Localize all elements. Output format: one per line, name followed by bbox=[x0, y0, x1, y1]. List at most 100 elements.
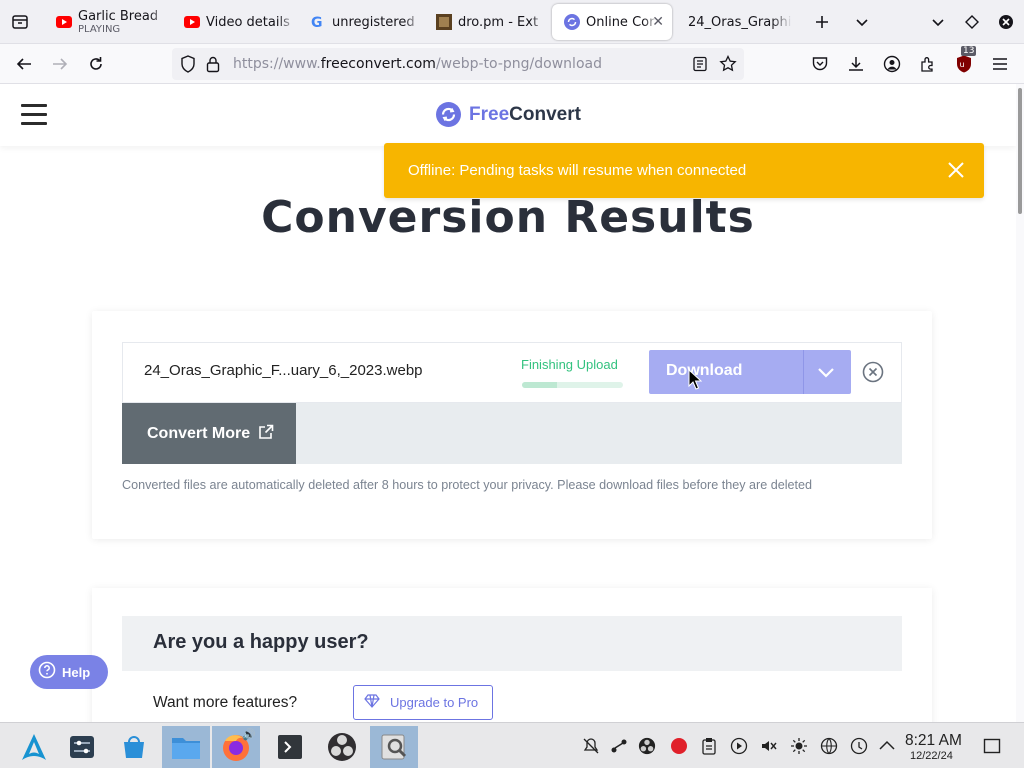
download-button[interactable]: Download bbox=[649, 350, 851, 394]
help-button[interactable]: Help bbox=[30, 655, 108, 689]
lock-icon[interactable] bbox=[206, 55, 220, 77]
maximize-icon[interactable] bbox=[962, 12, 982, 32]
firefox-icon[interactable]: 🔊 bbox=[212, 726, 260, 768]
toast-message: Offline: Pending tasks will resume when … bbox=[408, 162, 747, 179]
page-content: FreeConvert Offline: Pending tasks will … bbox=[0, 84, 1016, 722]
show-desktop-icon[interactable] bbox=[983, 737, 1001, 755]
clock-time[interactable]: 8:21 AM bbox=[905, 732, 962, 750]
upgrade-to-pro-button[interactable]: Upgrade to Pro bbox=[353, 685, 493, 720]
tab-online-converter[interactable]: Online Cor ✕ bbox=[552, 4, 672, 40]
downloads-icon[interactable] bbox=[845, 53, 867, 75]
forward-icon[interactable] bbox=[49, 53, 71, 75]
download-label: Download bbox=[666, 362, 743, 379]
page-scrollbar[interactable] bbox=[1016, 84, 1024, 722]
diamond-icon bbox=[364, 693, 380, 712]
ublock-badge: 13 bbox=[961, 46, 977, 56]
file-name: 24_Oras_Graphic_F...uary_6,_2023.webp bbox=[144, 362, 423, 379]
upload-progress-bar bbox=[522, 382, 623, 388]
obs-tray-icon[interactable] bbox=[638, 737, 656, 755]
svg-text:G: G bbox=[311, 15, 323, 30]
recording-icon[interactable] bbox=[670, 737, 688, 755]
tab-garlic-bread[interactable]: Garlic Bread PLAYING bbox=[44, 4, 168, 40]
reader-view-icon[interactable] bbox=[692, 56, 708, 76]
chevron-down-icon[interactable] bbox=[852, 12, 872, 32]
file-row: 24_Oras_Graphic_F...uary_6,_2023.webp Fi… bbox=[122, 342, 902, 403]
dropm-icon bbox=[436, 14, 452, 30]
url-text[interactable]: https://www.freeconvert.com/webp-to-png/… bbox=[233, 56, 602, 72]
back-icon[interactable] bbox=[13, 53, 35, 75]
close-window-icon[interactable] bbox=[996, 12, 1016, 32]
remove-file-icon[interactable] bbox=[862, 361, 884, 383]
upload-progress-fill bbox=[522, 382, 558, 388]
chevron-up-icon[interactable] bbox=[878, 737, 896, 755]
speaker-icon: 🔊 bbox=[242, 728, 256, 741]
happy-user-title: Are you a happy user? bbox=[153, 631, 369, 653]
obs-studio-icon[interactable] bbox=[318, 726, 366, 768]
site-header: FreeConvert bbox=[0, 84, 1016, 146]
upgrade-label: Upgrade to Pro bbox=[390, 695, 479, 710]
freeconvert-logo[interactable]: FreeConvert bbox=[436, 102, 581, 127]
youtube-icon bbox=[184, 14, 200, 30]
media-player-icon[interactable] bbox=[730, 737, 748, 755]
updates-icon[interactable] bbox=[850, 737, 868, 755]
bookmark-star-icon[interactable] bbox=[719, 54, 737, 77]
conversion-results-card: 24_Oras_Graphic_F...uary_6,_2023.webp Fi… bbox=[92, 311, 932, 539]
clock-date[interactable]: 12/22/24 bbox=[910, 750, 953, 762]
taskbar: 🔊 8:21 AM 12/22/24 bbox=[0, 722, 1024, 768]
scrollbar-thumb[interactable] bbox=[1018, 88, 1022, 214]
chevron-down-icon[interactable] bbox=[815, 362, 837, 382]
minimize-icon[interactable] bbox=[928, 12, 948, 32]
deletion-notice: Converted files are automatically delete… bbox=[122, 478, 813, 492]
extensions-icon[interactable] bbox=[917, 53, 939, 75]
pocket-icon[interactable] bbox=[809, 53, 831, 75]
mouse-cursor-icon bbox=[688, 369, 702, 390]
address-bar[interactable]: https://www.freeconvert.com/webp-to-png/… bbox=[172, 48, 744, 80]
url-path: /webp-to-png/download bbox=[435, 56, 602, 72]
tab-dropm[interactable]: dro.pm - Ext bbox=[424, 4, 548, 40]
upload-status: Finishing Upload bbox=[521, 357, 618, 372]
discover-store-icon[interactable] bbox=[110, 726, 158, 768]
tab-unregistered[interactable]: G unregistered bbox=[298, 4, 422, 40]
list-all-tabs-icon[interactable] bbox=[8, 10, 32, 34]
navigation-bar: https://www.freeconvert.com/webp-to-png/… bbox=[0, 44, 1024, 84]
volume-muted-icon[interactable] bbox=[760, 737, 778, 755]
tab-24-oras[interactable]: 24_Oras_Graphi bbox=[676, 4, 800, 40]
convert-more-bar: Convert More bbox=[122, 403, 902, 464]
system-settings-icon[interactable] bbox=[58, 726, 106, 768]
shield-icon[interactable] bbox=[180, 55, 196, 77]
freeconvert-logo-icon bbox=[436, 102, 461, 127]
convert-more-button[interactable]: Convert More bbox=[122, 403, 296, 464]
tab-title: 24_Oras_Graphi bbox=[688, 14, 792, 30]
logo-convert: Convert bbox=[509, 103, 581, 125]
image-viewer-icon[interactable] bbox=[370, 726, 418, 768]
offline-toast: Offline: Pending tasks will resume when … bbox=[384, 143, 984, 198]
external-link-icon bbox=[258, 424, 274, 444]
hamburger-menu-icon[interactable] bbox=[21, 104, 47, 126]
tab-playing-label: PLAYING bbox=[78, 23, 121, 35]
freeconvert-icon bbox=[564, 14, 580, 30]
network-icon[interactable] bbox=[820, 737, 838, 755]
brightness-icon[interactable] bbox=[790, 737, 808, 755]
happy-user-card: Are you a happy user? Want more features… bbox=[92, 588, 932, 722]
account-icon[interactable] bbox=[881, 53, 903, 75]
file-manager-icon[interactable] bbox=[162, 726, 210, 768]
close-icon[interactable] bbox=[946, 160, 966, 180]
tab-title: unregistered bbox=[332, 14, 415, 30]
tab-video-details[interactable]: Video details bbox=[172, 4, 296, 40]
notifications-off-icon[interactable] bbox=[582, 737, 600, 755]
app-launcher-icon[interactable] bbox=[10, 726, 58, 768]
page-title: Conversion Results bbox=[261, 192, 755, 243]
menu-icon[interactable] bbox=[989, 53, 1011, 75]
svg-text:u: u bbox=[960, 60, 965, 69]
new-tab-icon[interactable] bbox=[812, 12, 832, 32]
terminal-icon[interactable] bbox=[266, 726, 314, 768]
happy-user-header: Are you a happy user? bbox=[122, 616, 902, 671]
question-icon bbox=[38, 661, 56, 683]
reload-icon[interactable] bbox=[85, 53, 107, 75]
clipboard-icon[interactable] bbox=[700, 737, 718, 755]
kde-connect-icon[interactable] bbox=[610, 737, 628, 755]
ublock-icon[interactable]: u 13 bbox=[953, 46, 977, 75]
tab-title: dro.pm - Ext bbox=[458, 14, 539, 30]
tab-title: Garlic Bread bbox=[78, 9, 159, 24]
close-tab-icon[interactable]: ✕ bbox=[652, 14, 664, 30]
